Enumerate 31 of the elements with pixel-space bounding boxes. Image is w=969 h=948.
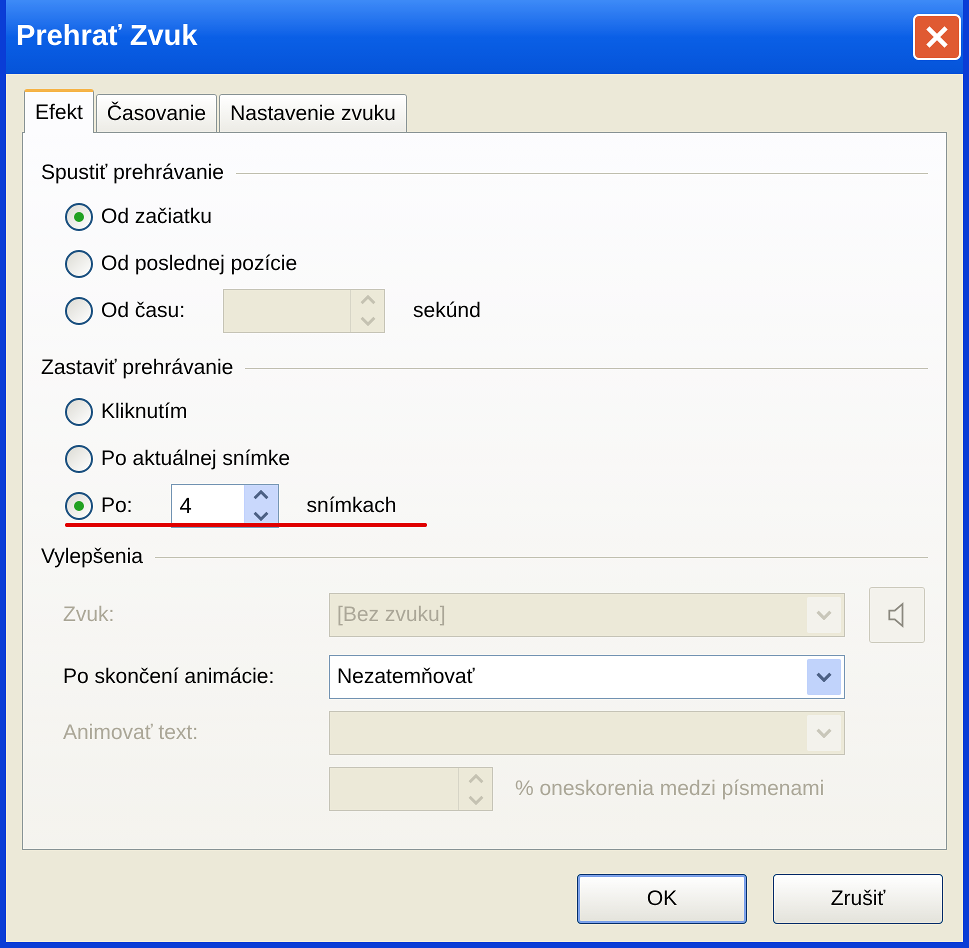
radio-label[interactable]: Od začiatku [101,200,212,232]
field-label: Animovať text: [63,720,200,746]
radio-button[interactable] [65,444,93,472]
dialog-button[interactable]: OK [577,874,747,924]
radio-button[interactable] [65,296,93,324]
tab[interactable]: Nastavenie zvuku [219,94,407,132]
tab[interactable]: Časovanie [96,94,218,132]
radio-label[interactable]: Od poslednej pozície [101,248,298,280]
close-button[interactable] [913,14,961,60]
radio-label[interactable]: Kliknutím [101,396,188,428]
radio-button[interactable] [65,250,93,278]
radio-button[interactable] [65,398,93,426]
radio-button[interactable] [65,202,93,230]
close-icon [924,24,950,50]
number-spinner[interactable]: 4 [170,484,279,528]
window-title: Prehrať Zvuk [16,19,198,54]
radio-button[interactable] [65,492,93,520]
dropdown[interactable]: Nezatemňovať [329,655,845,699]
group-title: Vylepšenia [41,544,143,570]
delay-label: % oneskorenia medzi písmenami [515,776,824,802]
unit-label: sekúnd [413,298,481,324]
group-title: Zastaviť prehrávanie [41,355,234,382]
group-title: Spustiť prehrávanie [41,160,224,186]
radio-label[interactable]: Od času: [101,294,186,326]
field-label: Zvuk: [63,602,116,628]
unit-label: snímkach [306,492,396,519]
dialog-button[interactable]: Zrušiť [773,874,943,924]
tab[interactable]: Efekt [24,89,94,133]
field-label: Po skončení animácie: [63,664,276,690]
radio-label[interactable]: Po: [101,490,133,522]
radio-label[interactable]: Po aktuálnej snímke [101,442,290,474]
